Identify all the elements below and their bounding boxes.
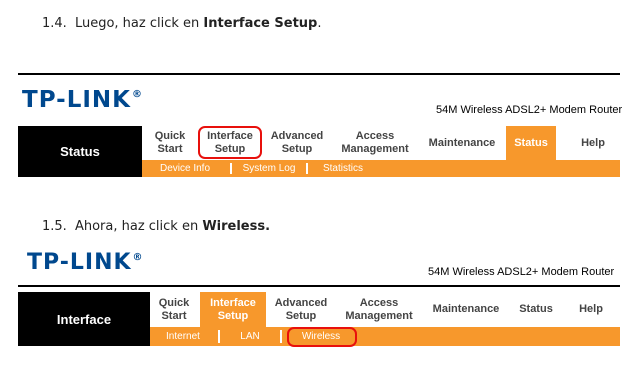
subnav-separator <box>230 163 232 174</box>
section-title: Status <box>18 126 142 177</box>
main-nav: Quick Start Interface Setup Advanced Setup… <box>150 292 620 327</box>
section-title: Interface <box>18 292 150 346</box>
nav-tab-maintenance[interactable]: Maintenance <box>426 292 506 327</box>
subnav-internet[interactable]: Internet <box>150 327 216 346</box>
logo-text: TP-LINK <box>27 250 132 275</box>
step-end: . <box>317 16 322 31</box>
section-title-text: Status <box>60 144 100 159</box>
highlight-wireless <box>287 327 357 347</box>
subnav-separator <box>306 163 308 174</box>
model-name: 54M Wireless ADSL2+ Modem Router <box>428 266 615 278</box>
nav-tab-status[interactable]: Status <box>510 292 562 327</box>
step-bold: Wireless. <box>202 219 271 234</box>
nav-tab-help[interactable]: Help <box>566 126 620 160</box>
sub-nav: Internet LAN Wireless <box>150 327 620 346</box>
nav-tab-advanced-setup[interactable]: Advanced Setup <box>264 126 330 160</box>
highlight-interface-setup <box>198 126 262 159</box>
step-number: 1.5. <box>42 219 67 234</box>
subnav-separator <box>280 330 282 343</box>
step-text: Luego, haz click en <box>74 16 204 31</box>
logo-text: TP-LINK <box>22 87 131 113</box>
tp-link-logo: TP-LINK® <box>22 87 143 113</box>
nav-tab-access-management[interactable]: Access Management <box>336 292 422 327</box>
sub-nav: Device Info System Log Statistics <box>142 160 620 177</box>
step-1-5: 1.5. Ahora, haz click en Wireless. <box>42 219 270 234</box>
tp-link-logo: TP-LINK® <box>27 250 144 275</box>
step-bold: Interface Setup <box>203 16 318 31</box>
nav-tab-quick-start[interactable]: Quick Start <box>150 292 198 327</box>
step-text: Ahora, haz click en <box>74 219 203 234</box>
logo-mark: ® <box>132 252 144 263</box>
nav-tab-quick-start[interactable]: Quick Start <box>142 126 198 160</box>
logo-mark: ® <box>131 89 143 100</box>
nav-tab-help[interactable]: Help <box>562 292 620 327</box>
subnav-system-log[interactable]: System Log <box>234 160 304 177</box>
subnav-separator <box>218 330 220 343</box>
nav-tab-access-management[interactable]: Access Management <box>330 126 420 160</box>
step-1-4: 1.4. Luego, haz click en Interface Setup… <box>42 16 322 31</box>
subnav-statistics[interactable]: Statistics <box>308 160 378 177</box>
nav-tab-interface-setup[interactable]: Interface Setup <box>200 292 266 327</box>
nav-tab-maintenance[interactable]: Maintenance <box>422 126 502 160</box>
subnav-device-info[interactable]: Device Info <box>142 160 228 177</box>
model-name: 54M Wireless ADSL2+ Modem Router <box>436 104 623 116</box>
header-rule <box>18 73 620 75</box>
subnav-lan[interactable]: LAN <box>220 327 280 346</box>
section-title-text: Interface <box>56 311 112 327</box>
header-rule <box>18 285 620 287</box>
step-number: 1.4. <box>42 16 67 31</box>
nav-tab-status[interactable]: Status <box>506 126 556 160</box>
nav-tab-advanced-setup[interactable]: Advanced Setup <box>266 292 336 327</box>
